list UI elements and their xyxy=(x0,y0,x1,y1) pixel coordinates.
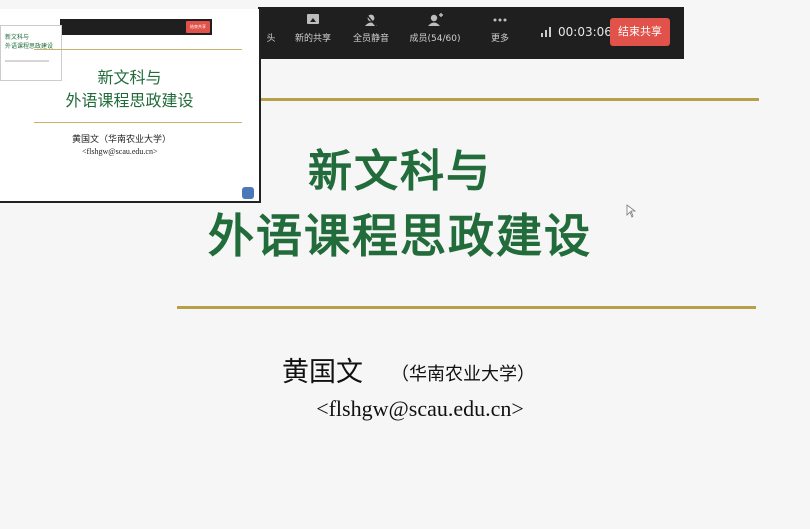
slide-title-line2: 外语课程思政建设 xyxy=(208,209,592,263)
preview-stop-share-button: 结束共享 xyxy=(186,21,210,33)
preview-bottom-rule xyxy=(34,122,242,123)
preview-mini-line xyxy=(5,60,49,62)
toolbar-members-button[interactable]: 成员(54/60) xyxy=(404,13,466,45)
toolbar-new-share-button[interactable]: 新的共享 xyxy=(282,13,344,45)
mouse-cursor-icon xyxy=(626,204,636,218)
mute-all-icon xyxy=(365,13,377,27)
toolbar-mute-all-button[interactable]: 全员静音 xyxy=(340,13,402,45)
camera-icon xyxy=(263,13,279,27)
toolbar-more-label: 更多 xyxy=(490,34,509,44)
preview-author: 黄国文（华南农业大学） xyxy=(72,135,172,145)
stop-share-button[interactable]: 结束共享 xyxy=(610,18,670,46)
more-icon xyxy=(493,18,507,22)
slide-affiliation: （华南农业大学） xyxy=(391,364,535,385)
slide-bottom-rule xyxy=(177,306,756,309)
signal-icon xyxy=(541,27,551,37)
preview-title-line1: 新文科与 xyxy=(97,68,162,87)
members-icon xyxy=(428,13,443,26)
meeting-timer: 00:03:06 xyxy=(558,25,612,39)
slide-top-rule xyxy=(176,98,759,101)
preview-corner-icon[interactable] xyxy=(242,187,254,199)
preview-toolbar: 结束共享 xyxy=(60,19,212,35)
preview-title-line2: 外语课程思政建设 xyxy=(65,91,194,110)
meeting-toolbar: 头 新的共享 全员静音 成员(54/60) 更多 00:03:06 结束共享 xyxy=(258,7,684,59)
toolbar-mute-all-label: 全员静音 xyxy=(352,34,389,44)
toolbar-new-share-label: 新的共享 xyxy=(294,34,331,44)
share-preview-window[interactable]: 结束共享 新文科与 外语课程思政建设 新文科与 外语课程思政建设 黄国文（华南农… xyxy=(0,9,261,203)
toolbar-members-label: 成员(54/60) xyxy=(409,34,461,44)
toolbar-camera-label: 头 xyxy=(266,34,276,44)
slide-author: 黄国文 xyxy=(282,357,363,388)
preview-mini-title: 新文科与 xyxy=(5,34,30,41)
toolbar-more-button[interactable]: 更多 xyxy=(469,13,531,45)
preview-top-rule xyxy=(34,49,242,50)
preview-email: <flshgw@scau.edu.cn> xyxy=(82,147,158,156)
slide-email: <flshgw@scau.edu.cn> xyxy=(316,396,524,421)
share-screen-icon xyxy=(307,14,319,24)
